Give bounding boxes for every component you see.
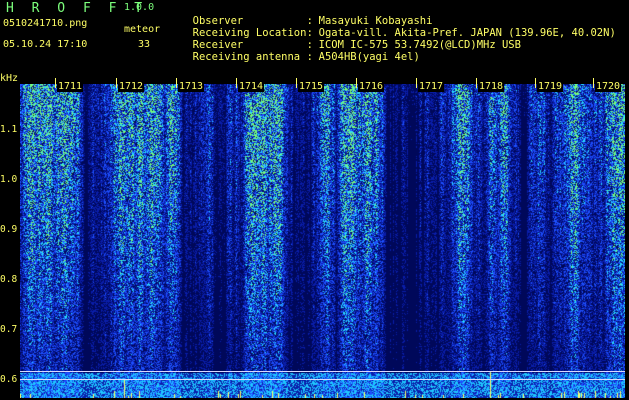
time-label: 1712 <box>118 81 145 92</box>
reference-line <box>20 379 625 380</box>
app-version: 1.0.0 <box>124 2 155 13</box>
time-tick <box>593 78 594 88</box>
time-label: 1715 <box>298 81 325 92</box>
time-tick <box>296 78 297 88</box>
reference-line <box>20 371 625 372</box>
spectrogram-canvas <box>20 84 625 398</box>
time-label: 1718 <box>478 81 505 92</box>
meteor-label: meteor <box>124 24 161 35</box>
time-tick <box>535 78 536 88</box>
time-label: 1711 <box>57 81 84 92</box>
time-label: 1714 <box>238 81 265 92</box>
time-tick <box>236 78 237 88</box>
time-label: 1719 <box>537 81 564 92</box>
time-label: 1716 <box>358 81 385 92</box>
y-tick-label: 1.0 <box>0 174 18 185</box>
y-tick-label: 1.1 <box>0 124 18 135</box>
y-tick-label: 0.7 <box>0 324 18 335</box>
y-tick-label: 0.9 <box>0 224 18 235</box>
meteor-count: 33 <box>138 39 151 50</box>
y-tick-label: 0.8 <box>0 274 18 285</box>
time-tick <box>476 78 477 88</box>
time-label: 1720 <box>595 81 622 92</box>
time-tick <box>416 78 417 88</box>
time-tick <box>116 78 117 88</box>
time-tick <box>55 78 56 88</box>
info-key: Receiving antenna <box>192 50 301 63</box>
time-tick <box>356 78 357 88</box>
y-tick-label: 0.6 <box>0 374 18 385</box>
time-tick <box>176 78 177 88</box>
info-row-antenna: Receiving antenna: A504HB(yagi 4el) <box>192 50 420 63</box>
file-name: 0510241710.png <box>3 18 88 29</box>
time-label: 1717 <box>418 81 445 92</box>
y-axis-unit: kHz <box>0 73 19 84</box>
datetime: 05.10.24 17:10 <box>3 39 88 50</box>
info-value: A504HB(yagi 4el) <box>318 50 420 63</box>
time-label: 1713 <box>178 81 205 92</box>
